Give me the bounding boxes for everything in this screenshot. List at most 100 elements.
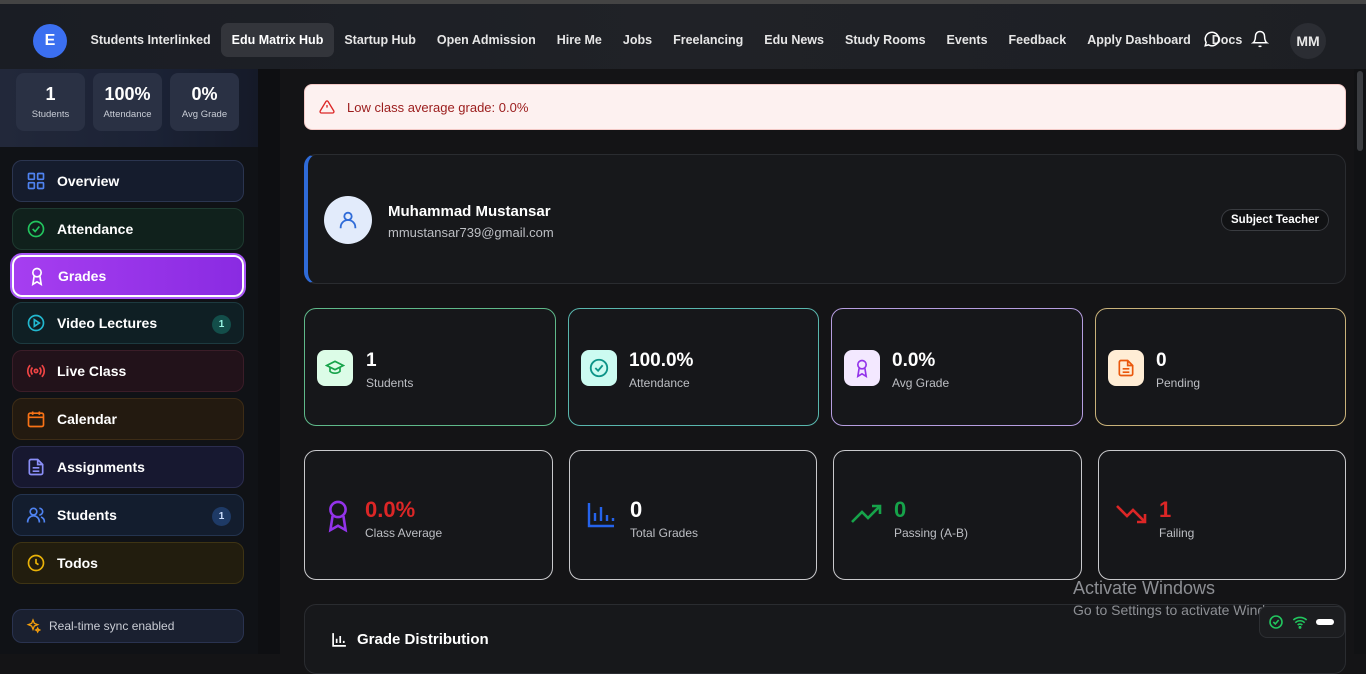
students-badge: 1 [212, 507, 231, 526]
sidebar-item-attendance[interactable]: Attendance [12, 208, 244, 250]
stat-label: Pending [1156, 376, 1201, 390]
sidebar-item-students[interactable]: Students 1 [12, 494, 244, 536]
nav-feedback[interactable]: Feedback [998, 23, 1077, 57]
stat-card-avg-grade: 0.0% Avg Grade [831, 308, 1083, 426]
sidebar-item-label: Students [57, 507, 117, 523]
sidebar-item-label: Live Class [57, 363, 127, 379]
nav-open-admission[interactable]: Open Admission [426, 23, 546, 57]
minimize-icon [1316, 619, 1334, 625]
check-circle-icon [1269, 615, 1283, 629]
stat-value: 0.0% [892, 350, 936, 371]
chat-icon[interactable] [1203, 30, 1221, 48]
sync-label: Real-time sync enabled [49, 619, 175, 633]
mini-stat-label: Avg Grade [181, 109, 228, 120]
trend-down-icon [1116, 505, 1147, 524]
award-icon [844, 350, 880, 386]
mini-stat-value: 1 [45, 84, 56, 104]
main-nav: Students Interlinked Edu Matrix Hub Star… [80, 23, 1253, 57]
low-grade-alert: Low class average grade: 0.0% [304, 84, 1346, 130]
sidebar-stats: 1 Students 100% Attendance 0% Avg Grade [0, 69, 258, 147]
stat-value: 1 [1159, 497, 1172, 522]
stat-card-attendance: 100.0% Attendance [568, 308, 819, 426]
bar-chart-icon [332, 633, 346, 647]
stat-label: Class Average [365, 526, 443, 540]
user-avatar[interactable]: MM [1290, 23, 1326, 59]
sidebar-item-label: Assignments [57, 459, 145, 475]
nav-study-rooms[interactable]: Study Rooms [834, 23, 936, 57]
nav-students-interlinked[interactable]: Students Interlinked [80, 23, 221, 57]
sync-status: Real-time sync enabled [12, 609, 244, 643]
stat-card-class-average: 0.0% Class Average [304, 450, 553, 580]
sidebar-item-video-lectures[interactable]: Video Lectures 1 [12, 302, 244, 344]
warning-icon [319, 100, 335, 114]
stat-value: 0 [630, 497, 643, 522]
sidebar-gutter [258, 69, 280, 654]
stat-value: 0 [894, 497, 907, 522]
nav-freelancing[interactable]: Freelancing [663, 23, 754, 57]
sparkle-icon [26, 618, 41, 634]
profile-name: Muhammad Mustansar [388, 203, 551, 220]
app-logo[interactable]: E [33, 24, 67, 58]
nav-startup-hub[interactable]: Startup Hub [334, 23, 427, 57]
mini-stat-value: 100% [104, 84, 151, 104]
nav-hire-me[interactable]: Hire Me [546, 23, 612, 57]
nav-apply-dashboard[interactable]: Apply Dashboard [1077, 23, 1202, 57]
award-icon [31, 267, 43, 286]
scrollbar-thumb[interactable] [1357, 71, 1363, 151]
sidebar-item-label: Todos [57, 555, 98, 571]
floating-tray[interactable] [1259, 606, 1345, 638]
page-scrollbar[interactable] [1354, 69, 1366, 654]
mini-stat-label: Attendance [103, 109, 152, 120]
stat-label: Passing (A-B) [894, 526, 969, 540]
sidebar-item-live-class[interactable]: Live Class [12, 350, 244, 392]
mini-stat-label: Students [31, 109, 70, 120]
sidebar-item-label: Overview [57, 173, 120, 189]
sidebar-item-todos[interactable]: Todos [12, 542, 244, 584]
bar-chart-icon [587, 503, 615, 528]
users-icon [26, 507, 46, 523]
mini-stat-value: 0% [191, 84, 218, 104]
graduation-cap-icon [317, 350, 353, 386]
clock-icon [27, 554, 45, 572]
role-badge: Subject Teacher [1221, 209, 1329, 231]
top-navbar: E Students Interlinked Edu Matrix Hub St… [0, 0, 1366, 69]
calendar-icon [27, 411, 45, 428]
trend-up-icon [851, 504, 882, 523]
sidebar-item-assignments[interactable]: Assignments [12, 446, 244, 488]
user-icon [339, 211, 357, 229]
stat-value: 1 [366, 350, 377, 371]
nav-jobs[interactable]: Jobs [612, 23, 662, 57]
teacher-profile-card: Muhammad Mustansar mmustansar739@gmail.c… [304, 154, 1346, 284]
sidebar-item-overview[interactable]: Overview [12, 160, 244, 202]
wifi-icon [1292, 616, 1308, 629]
main-content: Low class average grade: 0.0% Muhammad M… [280, 69, 1354, 674]
nav-edu-news[interactable]: Edu News [754, 23, 835, 57]
sidebar-item-label: Calendar [57, 411, 117, 427]
grid-icon [27, 172, 45, 190]
stat-value: 0.0% [365, 497, 416, 522]
stat-card-students: 1 Students [304, 308, 556, 426]
sidebar-item-calendar[interactable]: Calendar [12, 398, 244, 440]
bell-icon[interactable] [1251, 30, 1269, 48]
alert-text: Low class average grade: 0.0% [347, 99, 529, 115]
award-icon [328, 500, 348, 533]
stat-card-failing: 1 Failing [1098, 450, 1346, 580]
play-circle-icon [27, 314, 45, 332]
nav-edu-matrix-hub[interactable]: Edu Matrix Hub [221, 23, 334, 57]
stat-label: Students [366, 376, 414, 390]
video-lectures-badge: 1 [212, 315, 231, 334]
stat-card-pending: 0 Pending [1095, 308, 1346, 426]
sidebar-item-grades[interactable]: Grades [12, 255, 244, 297]
activate-windows-title: Activate Windows [1073, 578, 1216, 598]
stat-label: Attendance [629, 376, 690, 390]
nav-events[interactable]: Events [936, 23, 998, 57]
stat-value: 0 [1156, 350, 1167, 371]
mini-stat-attendance: 100% Attendance [93, 73, 162, 131]
sidebar-item-label: Grades [58, 268, 107, 284]
check-circle-icon [27, 220, 45, 238]
check-circle-icon [581, 350, 617, 386]
mini-stat-avg-grade: 0% Avg Grade [170, 73, 239, 131]
mini-stat-students: 1 Students [16, 73, 85, 131]
document-icon [28, 458, 44, 476]
stat-label: Avg Grade [892, 376, 950, 390]
